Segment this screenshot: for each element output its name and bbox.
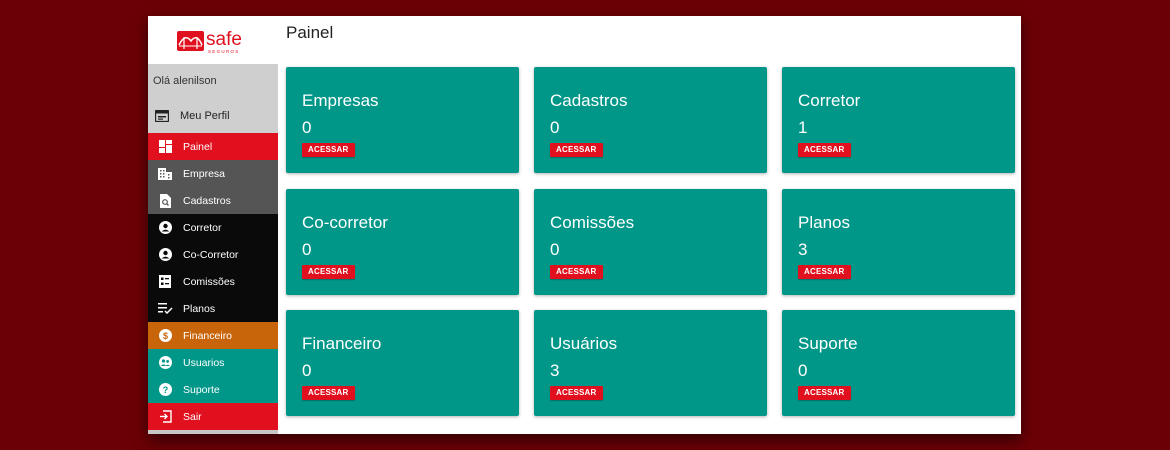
sidebar-item-label: Co-Corretor — [183, 248, 239, 261]
card-title: Empresas — [302, 91, 379, 110]
help-circle-icon: ? — [157, 382, 173, 398]
card-title: Co-corretor — [302, 213, 388, 232]
card-count: 0 — [550, 240, 560, 259]
sidebar-item-empresa[interactable]: Empresa — [148, 160, 278, 187]
sidebar-item-sair[interactable]: Sair — [148, 403, 278, 430]
sidebar-item-label: Corretor — [183, 221, 222, 234]
card-count: 0 — [550, 118, 560, 137]
card-count: 0 — [302, 118, 312, 137]
card-title: Usuários — [550, 334, 618, 353]
sidebar-item-corretor[interactable]: Corretor — [148, 214, 278, 241]
app-window: safe SEGUROS Olá alenilson Meu Perfil Pa… — [148, 16, 1021, 434]
profile-label: Meu Perfil — [180, 110, 230, 122]
acessar-button[interactable]: ACESSAR — [798, 386, 851, 400]
acessar-button[interactable]: ACESSAR — [550, 143, 603, 157]
sidebar-item-financeiro[interactable]: $ Financeiro — [148, 322, 278, 349]
card-cadastros: Cadastros 0 ACESSAR — [534, 67, 767, 173]
card-corretor: Corretor 1 ACESSAR — [782, 67, 1015, 173]
user-circle-icon — [157, 220, 173, 236]
building-icon — [157, 166, 173, 182]
sidebar-item-comissoes[interactable]: Comissões — [148, 268, 278, 295]
brand-logo[interactable]: safe SEGUROS — [175, 25, 255, 55]
svg-text:?: ? — [162, 385, 168, 395]
sidebar-menu: Painel Empresa Cadastros Corretor Co-Cor… — [148, 133, 278, 430]
card-co-corretor: Co-corretor 0 ACESSAR — [286, 189, 519, 295]
sidebar-item-label: Cadastros — [183, 194, 231, 207]
card-title: Planos — [798, 213, 850, 232]
card-comissoes: Comissões 0 ACESSAR — [534, 189, 767, 295]
exit-icon — [157, 409, 173, 425]
card-count: 1 — [798, 118, 808, 137]
profile-link[interactable]: Meu Perfil — [148, 104, 278, 128]
card-count: 3 — [798, 240, 808, 259]
card-planos: Planos 3 ACESSAR — [782, 189, 1015, 295]
card-usuarios: Usuários 3 ACESSAR — [534, 310, 767, 416]
card-title: Suporte — [798, 334, 858, 353]
sidebar-item-label: Comissões — [183, 275, 235, 288]
id-card-icon — [154, 108, 170, 124]
greeting-text: Olá alenilson — [153, 75, 217, 87]
card-empresas: Empresas 0 ACESSAR — [286, 67, 519, 173]
logo-subtext: SEGUROS — [208, 49, 240, 54]
acessar-button[interactable]: ACESSAR — [798, 265, 851, 279]
sidebar-item-label: Usuarios — [183, 356, 225, 369]
card-count: 0 — [302, 361, 312, 380]
sidebar: safe SEGUROS Olá alenilson Meu Perfil Pa… — [148, 16, 278, 434]
acessar-button[interactable]: ACESSAR — [550, 386, 603, 400]
acessar-button[interactable]: ACESSAR — [302, 143, 355, 157]
card-title: Financeiro — [302, 334, 382, 353]
card-count: 0 — [798, 361, 808, 380]
list-box-icon — [157, 274, 173, 290]
acessar-button[interactable]: ACESSAR — [550, 265, 603, 279]
card-title: Corretor — [798, 91, 861, 110]
card-title: Cadastros — [550, 91, 628, 110]
sidebar-item-label: Empresa — [183, 167, 226, 180]
user-panel: Olá alenilson Meu Perfil — [148, 64, 278, 133]
sidebar-item-label: Sair — [183, 410, 202, 423]
acessar-button[interactable]: ACESSAR — [798, 143, 851, 157]
page-title: Painel — [286, 23, 334, 42]
sidebar-item-label: Suporte — [183, 383, 220, 396]
logo-text: safe — [206, 29, 242, 50]
sidebar-item-planos[interactable]: Planos — [148, 295, 278, 322]
sidebar-item-label: Planos — [183, 302, 216, 315]
acessar-button[interactable]: ACESSAR — [302, 265, 355, 279]
sidebar-item-usuarios[interactable]: Usuarios — [148, 349, 278, 376]
acessar-button[interactable]: ACESSAR — [302, 386, 355, 400]
card-count: 3 — [550, 361, 560, 380]
users-circle-icon — [157, 355, 173, 371]
playlist-check-icon — [157, 301, 173, 317]
sidebar-item-label: Painel — [183, 140, 213, 153]
user-circle-icon — [157, 247, 173, 263]
sidebar-item-cadastros[interactable]: Cadastros — [148, 187, 278, 214]
sidebar-divider — [148, 430, 278, 434]
card-title: Comissões — [550, 213, 635, 232]
dashboard-icon — [157, 139, 173, 155]
sidebar-item-painel[interactable]: Painel — [148, 133, 278, 160]
sidebar-item-suporte[interactable]: ? Suporte — [148, 376, 278, 403]
card-financeiro: Financeiro 0 ACESSAR — [286, 310, 519, 416]
card-count: 0 — [302, 240, 312, 259]
svg-text:$: $ — [162, 331, 167, 341]
file-search-icon — [157, 193, 173, 209]
sidebar-item-label: Financeiro — [183, 329, 233, 342]
sidebar-item-co-corretor[interactable]: Co-Corretor — [148, 241, 278, 268]
dollar-circle-icon: $ — [157, 328, 173, 344]
card-suporte: Suporte 0 ACESSAR — [782, 310, 1015, 416]
